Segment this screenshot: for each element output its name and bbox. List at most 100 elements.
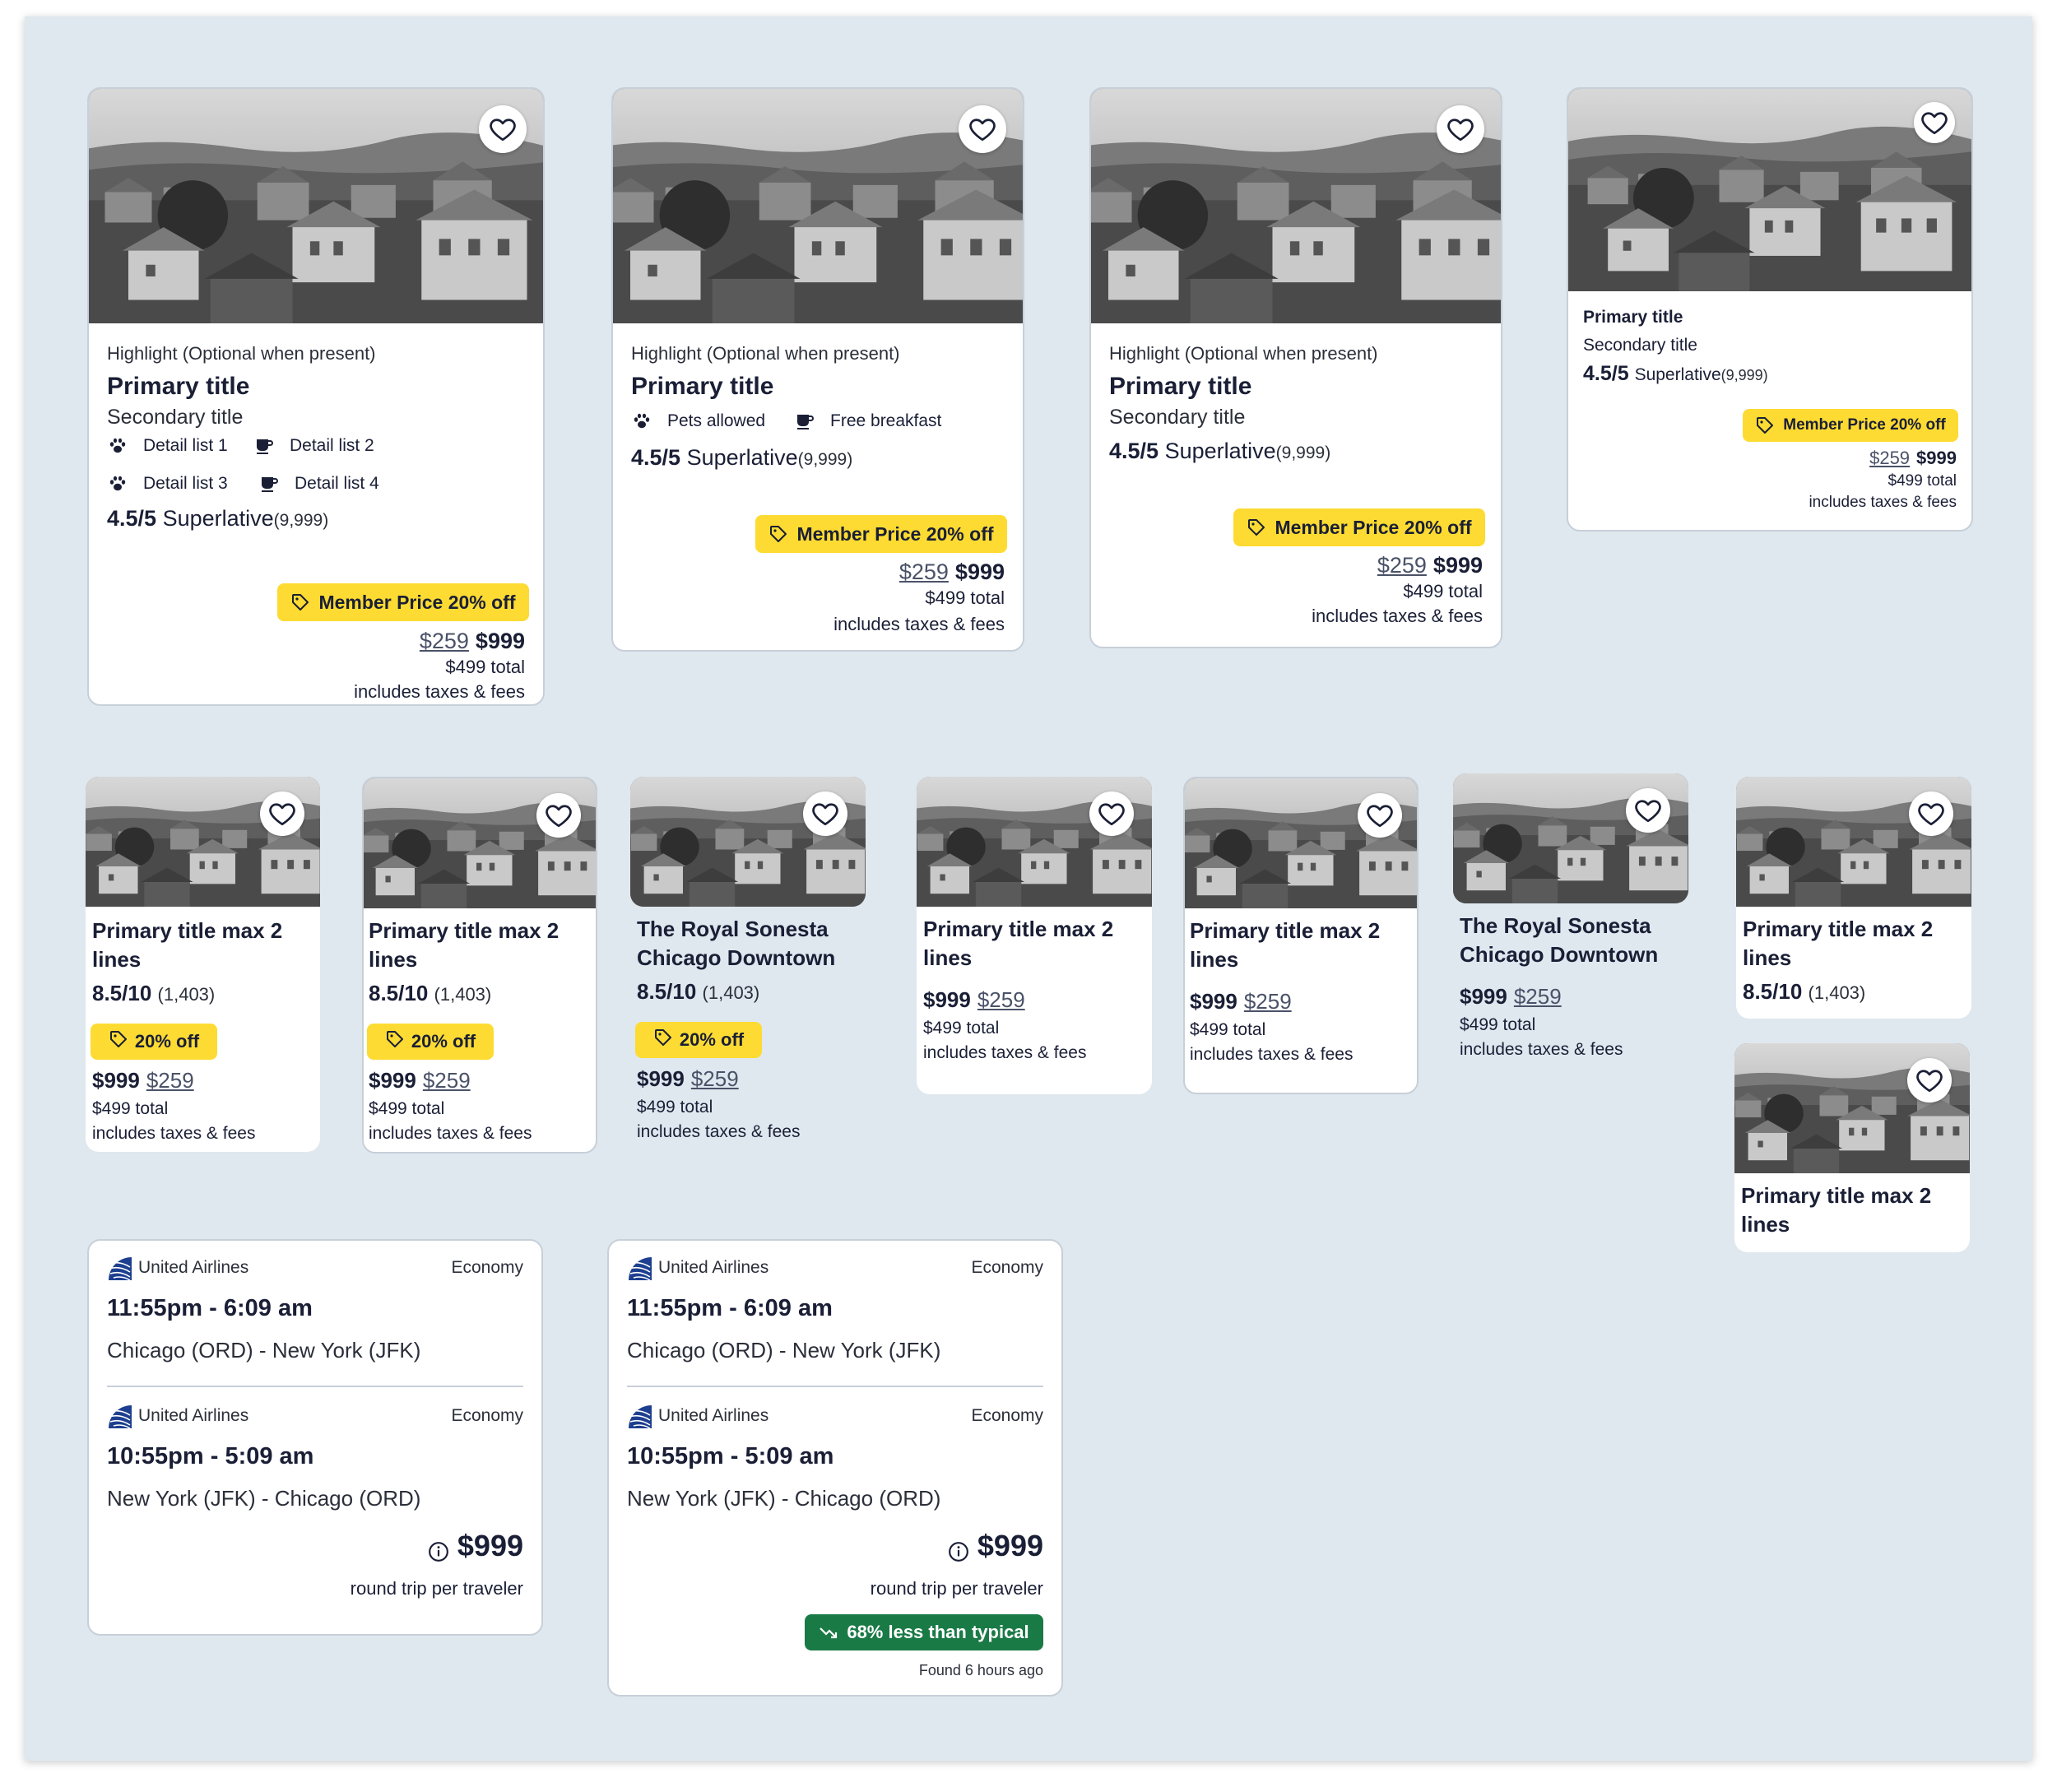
property-card[interactable]: Highlight (Optional when present) Primar… bbox=[611, 87, 1024, 652]
deal-badge: 68% less than typical bbox=[805, 1614, 1043, 1650]
airline-name: United Airlines bbox=[658, 1406, 769, 1425]
fees-note: includes taxes & fees bbox=[354, 681, 525, 702]
fees-note: includes taxes & fees bbox=[923, 1043, 1087, 1062]
highlight-text: Highlight (Optional when present) bbox=[631, 343, 900, 364]
flight-card[interactable]: United Airlines Economy 11:55pm - 6:09 a… bbox=[87, 1239, 543, 1636]
rating: 4.5/5 Superlative(9,999) bbox=[1109, 439, 1331, 463]
price-row: $999 $259 bbox=[1460, 984, 1562, 1009]
heart-icon bbox=[1920, 108, 1949, 137]
compact-property-card[interactable]: The Royal Sonesta Chicago Downtown $999 $… bbox=[1453, 773, 1688, 1094]
total-price: $499 total bbox=[92, 1099, 169, 1118]
favorite-button[interactable] bbox=[1907, 1058, 1952, 1103]
rating: 8.5/10 (1,403) bbox=[1743, 979, 1866, 1004]
favorite-button[interactable] bbox=[1437, 105, 1484, 153]
favorite-button[interactable] bbox=[959, 105, 1006, 153]
property-card[interactable]: Highlight (Optional when present) Primar… bbox=[1089, 87, 1502, 648]
primary-title: Primary title bbox=[1583, 308, 1683, 327]
card-title: The Royal Sonesta Chicago Downtown bbox=[1460, 913, 1659, 967]
favorite-button[interactable] bbox=[536, 793, 581, 838]
total-price: $499 total bbox=[369, 1099, 445, 1118]
favorite-button[interactable] bbox=[1358, 793, 1402, 838]
discount-badge: 20% off bbox=[367, 1024, 494, 1060]
info-circle-icon[interactable] bbox=[428, 1535, 449, 1562]
compact-property-card[interactable]: Primary title max 2 lines bbox=[1734, 1043, 1970, 1252]
flight-route: Chicago (ORD) - New York (JFK) bbox=[107, 1338, 421, 1363]
total-price: $499 total bbox=[637, 1098, 713, 1117]
amenity-item: Pets allowed bbox=[631, 411, 765, 432]
property-image bbox=[1568, 89, 1971, 291]
property-card[interactable]: Highlight (Optional when present) Primar… bbox=[87, 87, 545, 706]
property-card[interactable]: Primary title Secondary title 4.5/5 Supe… bbox=[1567, 87, 1973, 532]
price-row: $999 $259 bbox=[369, 1068, 471, 1093]
price-row: $259 $999 bbox=[898, 559, 1005, 584]
heart-icon bbox=[1916, 799, 1946, 829]
favorite-button[interactable] bbox=[803, 792, 847, 836]
detail-item: Detail list 3 bbox=[107, 473, 228, 494]
cabin-class: Economy bbox=[451, 1406, 523, 1425]
compact-property-card[interactable]: Primary title max 2 lines 8.5/10 (1,403)… bbox=[86, 777, 320, 1152]
cabin-class: Economy bbox=[971, 1258, 1043, 1277]
united-airlines-logo bbox=[107, 1404, 132, 1428]
card-title: Primary title max 2 lines bbox=[92, 918, 283, 972]
flight-times: 10:55pm - 5:09 am bbox=[107, 1443, 314, 1469]
heart-icon bbox=[1915, 1065, 1944, 1095]
fees-note: includes taxes & fees bbox=[833, 614, 1005, 634]
primary-title: Primary title bbox=[107, 373, 250, 400]
member-price-badge: Member Price 20% off bbox=[755, 515, 1007, 553]
secondary-title: Secondary title bbox=[107, 406, 244, 429]
favorite-button[interactable] bbox=[1914, 102, 1955, 143]
detail-item: Detail list 1 bbox=[107, 435, 228, 457]
fees-note: includes taxes & fees bbox=[1460, 1040, 1623, 1059]
coffee-cup-icon bbox=[258, 473, 280, 494]
cabin-class: Economy bbox=[971, 1406, 1043, 1425]
flight-card[interactable]: United Airlines Economy 11:55pm - 6:09 a… bbox=[607, 1239, 1063, 1697]
price-row: $999 $259 bbox=[1190, 989, 1292, 1014]
favorite-button[interactable] bbox=[1626, 788, 1670, 833]
airline-name: United Airlines bbox=[658, 1258, 769, 1277]
heart-icon bbox=[1365, 801, 1395, 830]
heart-icon bbox=[267, 799, 297, 829]
fees-note: includes taxes & fees bbox=[1190, 1045, 1354, 1064]
discount-badge: 20% off bbox=[91, 1024, 217, 1060]
price-tag-icon bbox=[385, 1029, 405, 1054]
heart-icon bbox=[968, 114, 997, 144]
compact-property-card[interactable]: Primary title max 2 lines 8.5/10 (1,403) bbox=[1736, 777, 1971, 1019]
info-circle-icon[interactable] bbox=[948, 1535, 969, 1562]
favorite-button[interactable] bbox=[479, 105, 527, 153]
price-tag-icon bbox=[109, 1029, 128, 1054]
card-title: Primary title max 2 lines bbox=[369, 918, 560, 972]
divider bbox=[107, 1386, 523, 1387]
price-tag-icon bbox=[1247, 518, 1266, 537]
price-tag-icon bbox=[653, 1028, 673, 1052]
favorite-button[interactable] bbox=[1089, 792, 1134, 836]
heart-icon bbox=[1097, 799, 1126, 829]
total-price: $499 total bbox=[1403, 581, 1483, 601]
price-tag-icon bbox=[768, 524, 788, 544]
flight-route: New York (JFK) - Chicago (ORD) bbox=[627, 1486, 941, 1511]
total-price: $499 total bbox=[1190, 1020, 1266, 1039]
united-airlines-logo bbox=[627, 1404, 652, 1428]
member-price-badge: Member Price 20% off bbox=[1233, 508, 1485, 546]
favorite-button[interactable] bbox=[1909, 792, 1953, 836]
primary-title: Primary title bbox=[1109, 373, 1252, 400]
detail-item: Detail list 2 bbox=[253, 435, 374, 457]
compact-property-card[interactable]: Primary title max 2 lines $999 $259 $499 … bbox=[917, 777, 1152, 1094]
highlight-text: Highlight (Optional when present) bbox=[107, 343, 376, 364]
trend-down-icon bbox=[819, 1623, 838, 1642]
rating: 8.5/10 (1,403) bbox=[369, 981, 492, 1005]
leg-header: United Airlines Economy bbox=[107, 1404, 523, 1428]
discount-badge: 20% off bbox=[635, 1022, 762, 1058]
fees-note: includes taxes & fees bbox=[1809, 494, 1957, 511]
cabin-class: Economy bbox=[451, 1258, 523, 1277]
compact-property-card[interactable]: Primary title max 2 lines 8.5/10 (1,403)… bbox=[362, 777, 597, 1154]
compact-property-card[interactable]: Primary title max 2 lines $999 $259 $499 … bbox=[1183, 777, 1419, 1094]
total-price: $499 total bbox=[445, 657, 525, 677]
united-airlines-logo bbox=[627, 1256, 652, 1280]
airline-name: United Airlines bbox=[138, 1406, 249, 1425]
rating: 4.5/5 Superlative(9,999) bbox=[631, 445, 853, 470]
price-row: $999 $259 bbox=[92, 1068, 194, 1093]
favorite-button[interactable] bbox=[260, 792, 304, 836]
heart-icon bbox=[544, 801, 573, 830]
price-row: $999 $259 bbox=[923, 987, 1025, 1012]
compact-property-card[interactable]: The Royal Sonesta Chicago Downtown 8.5/1… bbox=[630, 777, 866, 1154]
